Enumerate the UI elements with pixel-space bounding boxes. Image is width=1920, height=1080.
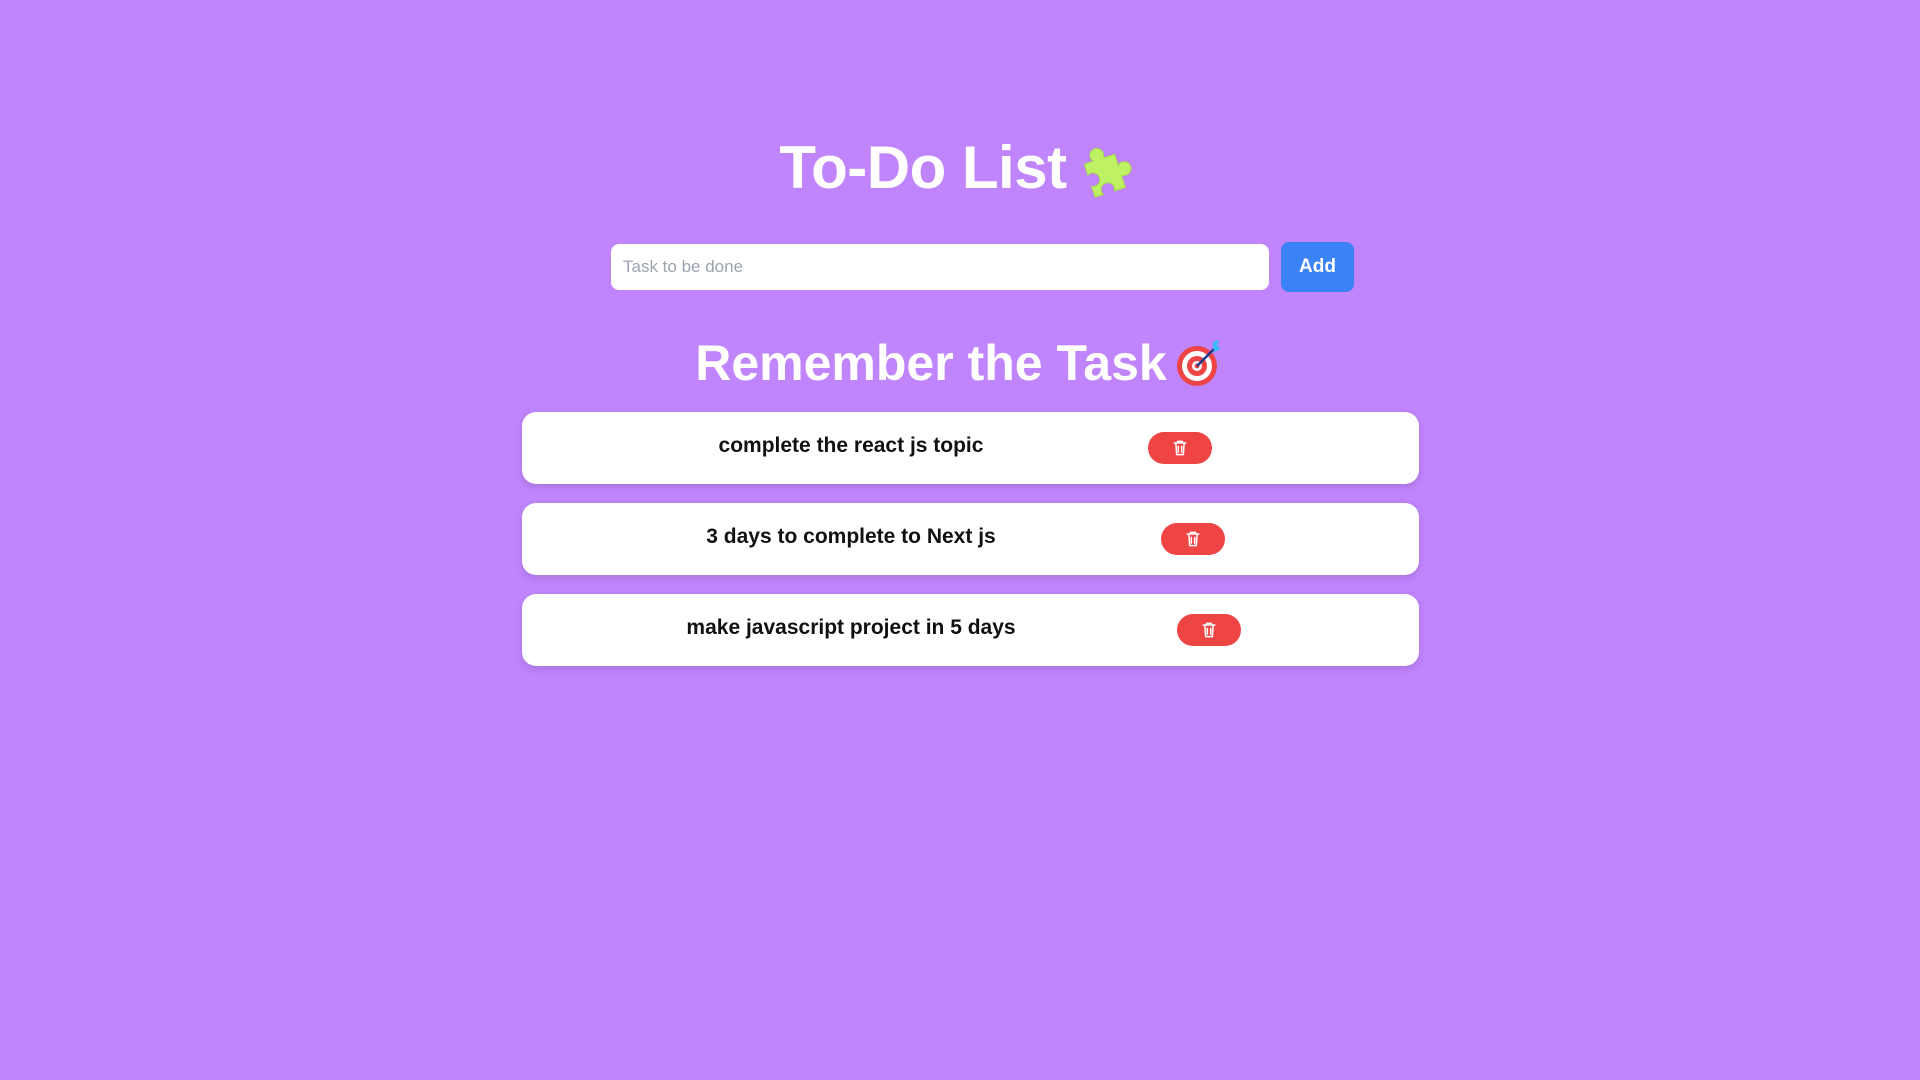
task-input[interactable] [611, 244, 1269, 290]
puzzle-piece-icon [1079, 137, 1141, 199]
trash-icon [1202, 622, 1216, 638]
todo-app: To-Do List Add Remember the Task co [0, 0, 1920, 1080]
add-task-form: Add [611, 242, 1354, 292]
task-list: complete the react js topic 3 days to co… [522, 412, 1419, 685]
delete-task-button[interactable] [1177, 614, 1241, 646]
task-item: 3 days to complete to Next js [522, 503, 1419, 575]
trash-icon [1186, 531, 1200, 547]
title-row: To-Do List [0, 128, 1920, 208]
subtitle-row: Remember the Task [0, 330, 1920, 396]
task-text: make javascript project in 5 days [686, 616, 1016, 639]
task-text: 3 days to complete to Next js [706, 525, 996, 548]
task-item: complete the react js topic [522, 412, 1419, 484]
task-item: make javascript project in 5 days [522, 594, 1419, 666]
delete-task-button[interactable] [1148, 432, 1212, 464]
target-dart-icon [1175, 338, 1225, 388]
add-button[interactable]: Add [1281, 242, 1354, 292]
list-heading: Remember the Task [695, 335, 1167, 391]
trash-icon [1173, 440, 1187, 456]
page-title: To-Do List [779, 134, 1067, 201]
task-text: complete the react js topic [718, 434, 984, 457]
delete-task-button[interactable] [1161, 523, 1225, 555]
